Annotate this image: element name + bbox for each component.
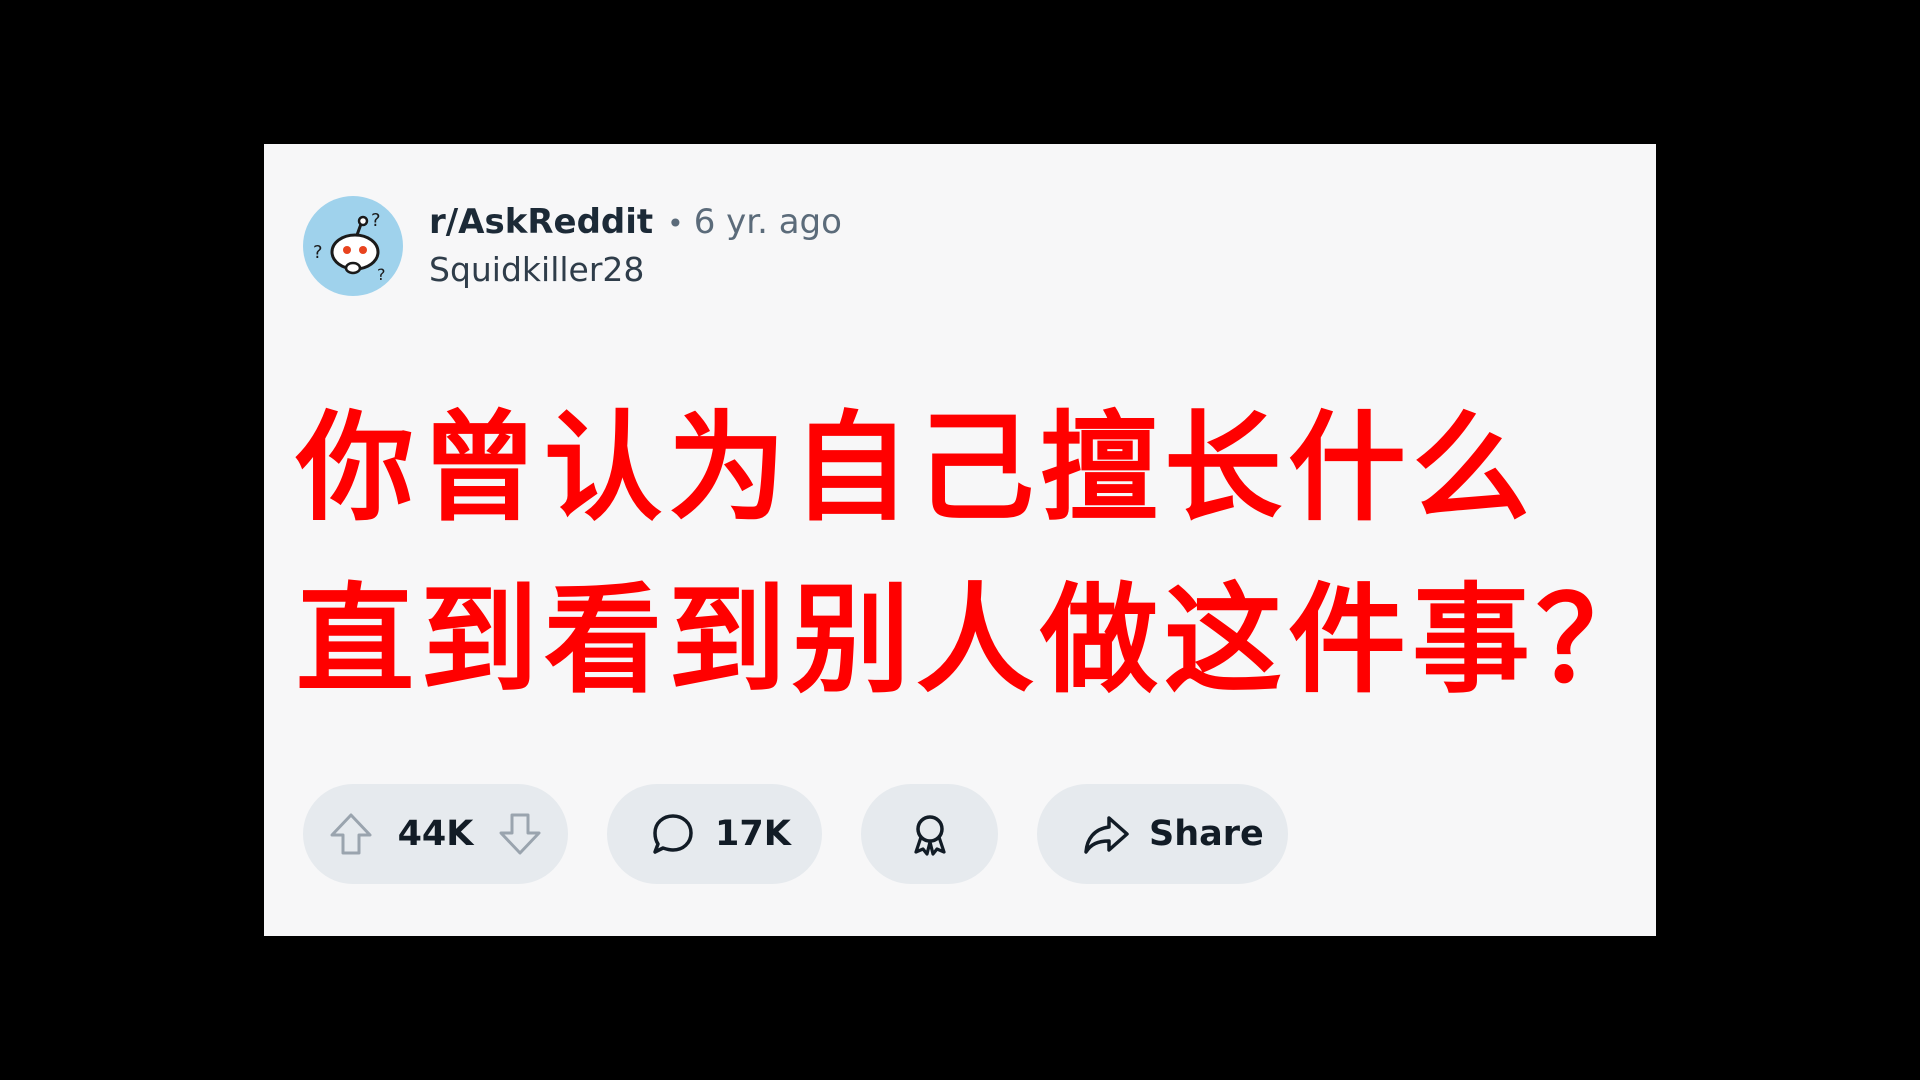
upvote-button[interactable] [327,810,375,858]
post-card: ? ? ? r/AskReddit • 6 yr. ago Squidkille… [264,144,1656,936]
post-title[interactable]: 你曾认为自己擅长什么 直到看到别人做这件事？ [296,382,1661,726]
award-ribbon-icon [913,815,946,856]
share-button[interactable]: Share [1037,784,1288,884]
comment-icon-wrap [649,810,697,858]
post-header: ? ? ? r/AskReddit • 6 yr. ago Squidkille… [303,196,842,296]
award-button[interactable] [861,784,998,884]
post-title-line-2: 直到看到别人做这件事？ [296,571,1661,709]
post-actions: 44K 17K Share [303,784,1288,884]
svg-text:?: ? [377,265,386,284]
share-arrow-icon [1084,816,1129,854]
subreddit-name[interactable]: r/AskReddit [429,199,653,245]
post-author[interactable]: Squidkiller28 [429,247,842,293]
downvote-button[interactable] [496,810,544,858]
svg-text:?: ? [371,210,381,231]
share-label: Share [1149,814,1264,854]
speech-bubble-icon [653,814,693,854]
post-meta-top: r/AskReddit • 6 yr. ago [429,199,842,247]
vote-control: 44K [303,784,568,884]
svg-text:?: ? [313,242,323,263]
vote-score: 44K [397,814,474,854]
share-icon-wrap [1081,810,1131,858]
subreddit-avatar[interactable]: ? ? ? [303,196,403,296]
post-title-line-1: 你曾认为自己擅长什么 [296,399,1537,537]
comments-button[interactable]: 17K [607,784,822,884]
arrow-up-icon [330,813,372,855]
arrow-down-icon [499,813,541,855]
post-age: 6 yr. ago [693,202,842,242]
snoo-icon: ? ? ? [313,210,386,284]
meta-separator: • [667,207,684,240]
post-meta: r/AskReddit • 6 yr. ago Squidkiller28 [429,199,842,293]
comment-count: 17K [715,814,791,854]
